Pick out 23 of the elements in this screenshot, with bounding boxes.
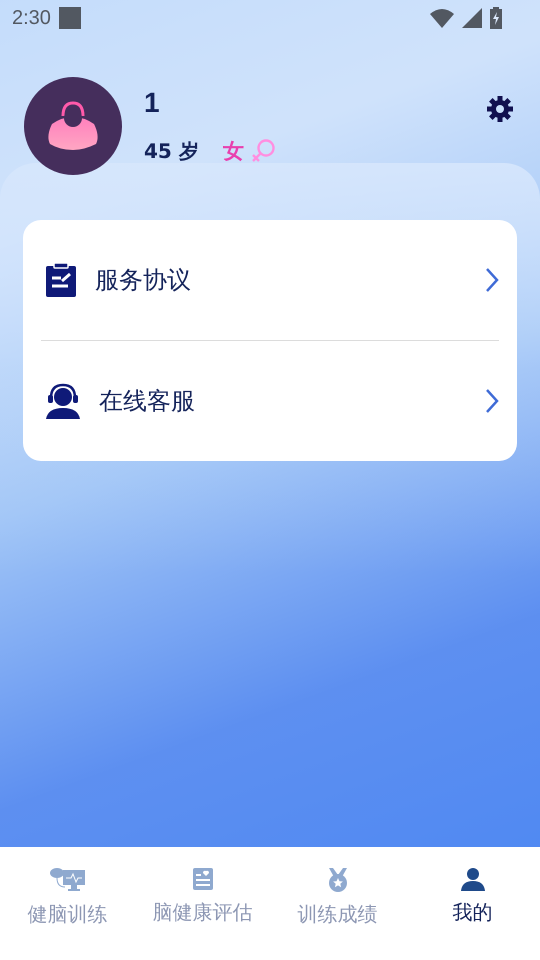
- clipboard-icon: [45, 263, 77, 297]
- settings-icon[interactable]: [486, 95, 514, 123]
- user-name: 1: [144, 87, 161, 119]
- menu-label: 服务协议: [95, 265, 192, 296]
- battery-icon: [490, 7, 502, 29]
- menu-item[interactable]: 在线客服: [41, 341, 499, 461]
- user-gender: 女: [222, 138, 244, 165]
- nav-tab[interactable]: 我的: [405, 847, 540, 960]
- user-age: 45 岁: [144, 138, 199, 164]
- signal-icon: [462, 8, 482, 28]
- chevron-right-icon: [485, 388, 499, 414]
- menu-label: 在线客服: [99, 386, 196, 417]
- chevron-right-icon: [485, 267, 499, 293]
- wifi-icon: [430, 8, 454, 28]
- report-icon: [192, 867, 214, 891]
- medal-icon: [326, 867, 348, 893]
- brain-monitor-icon: [48, 867, 86, 893]
- female-icon: [250, 138, 276, 164]
- status-time: 2:30: [12, 6, 51, 30]
- person-icon: [460, 867, 484, 891]
- headset-person-icon: [45, 383, 81, 419]
- menu-item[interactable]: 服务协议: [41, 220, 499, 340]
- notification-icon: [58, 7, 81, 29]
